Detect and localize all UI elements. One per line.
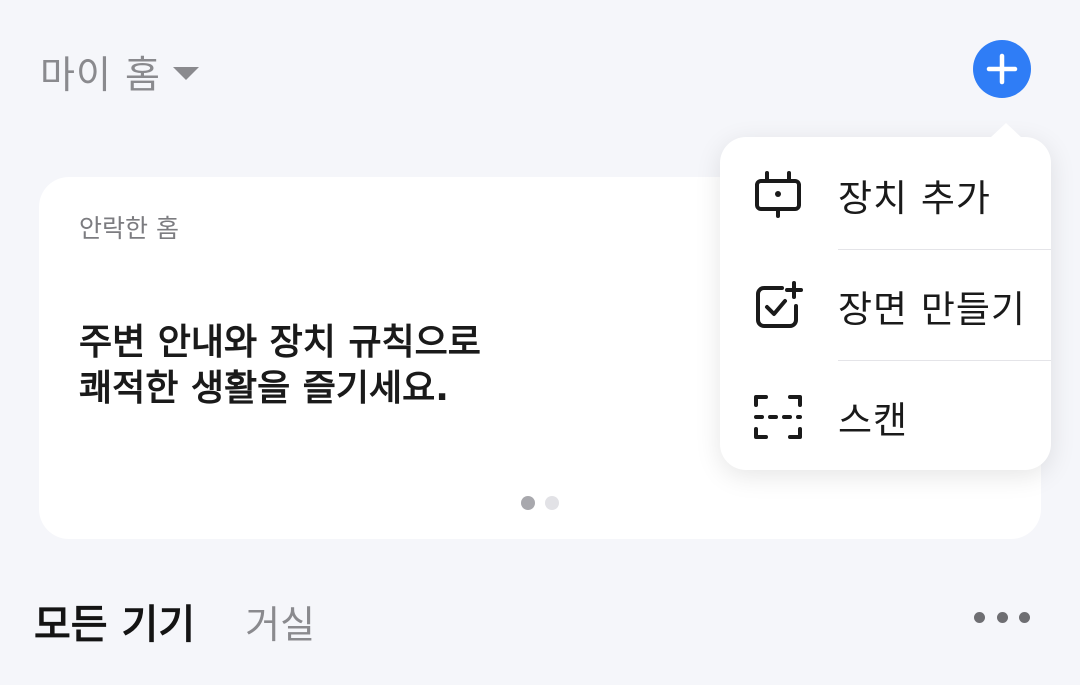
room-tabs: 모든 기기 거실 (34, 592, 315, 650)
device-add-icon (752, 169, 804, 221)
more-horizontal-icon[interactable] (974, 604, 1030, 630)
menu-item-label: 스캔 (838, 398, 909, 442)
menu-item-scan[interactable]: 스캔 (720, 361, 1051, 472)
add-button[interactable] (973, 40, 1031, 98)
menu-item-label: 장면 만들기 (838, 287, 1026, 331)
pager-dot-active[interactable] (521, 496, 535, 510)
tab-all-devices[interactable]: 모든 기기 (34, 592, 195, 650)
pager-dot[interactable] (545, 496, 559, 510)
banner-message: 주변 안내와 장치 규칙으로 쾌적한 생활을 즐기세요. (79, 320, 481, 412)
banner-message-line: 주변 안내와 장치 규칙으로 (79, 322, 481, 363)
menu-item-add-device[interactable]: 장치 추가 (720, 139, 1051, 250)
popup-arrow (990, 123, 1022, 138)
banner-message-line: 쾌적한 생활을 즐기세요. (79, 368, 449, 409)
menu-item-create-scene[interactable]: 장면 만들기 (720, 250, 1051, 361)
pager-dots (521, 496, 559, 510)
caret-down-icon (172, 67, 199, 80)
more-dot (996, 611, 1008, 623)
tab-living-room[interactable]: 거실 (245, 594, 315, 649)
more-dot (1019, 611, 1030, 623)
banner-subtitle: 안락한 홈 (79, 214, 179, 243)
menu-item-label: 장치 추가 (838, 176, 991, 220)
scan-icon (752, 391, 804, 443)
more-dot (974, 611, 985, 623)
scene-create-icon (752, 280, 804, 332)
home-title: 마이 홈 (40, 53, 161, 97)
app-screen: 마이 홈 안락한 홈 주변 안내와 장치 규칙으로 쾌적한 생활을 즐기세요. … (0, 0, 1080, 685)
home-switcher[interactable]: 마이 홈 (40, 44, 199, 99)
add-menu-popup: 장치 추가 장면 만들기 스캔 (720, 123, 1051, 472)
plus-icon (986, 53, 1018, 85)
